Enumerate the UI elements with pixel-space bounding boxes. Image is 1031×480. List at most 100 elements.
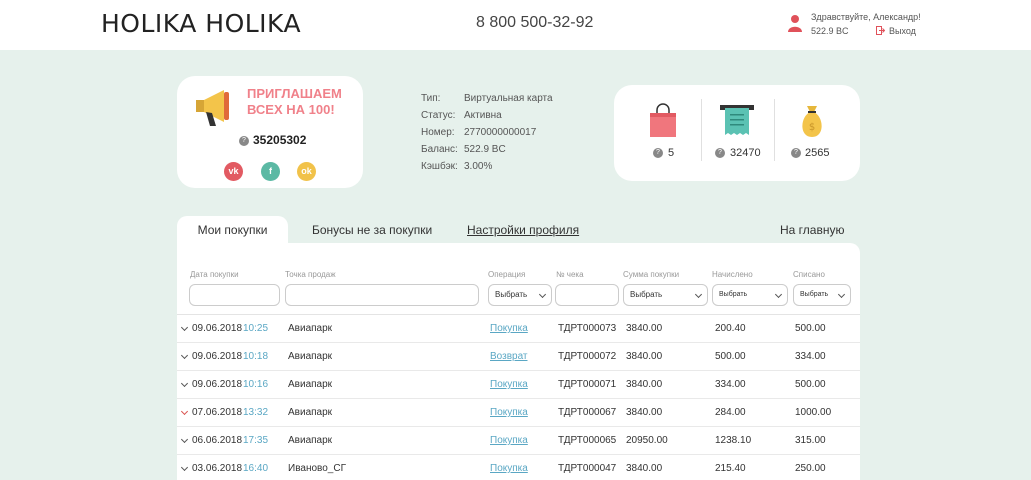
promo-line-2: ВСЕХ НА 100! — [247, 102, 335, 117]
card-info-label: Баланс: — [421, 144, 458, 155]
help-icon[interactable]: ? — [239, 136, 249, 146]
cell-time: 10:25 — [243, 323, 269, 334]
cell-accrued: 500.00 — [715, 351, 746, 362]
chevron-down-icon — [694, 290, 703, 299]
spent-select[interactable]: Выбрать — [793, 284, 851, 306]
cell-spent: 500.00 — [795, 379, 826, 390]
cell-time: 10:18 — [243, 351, 269, 362]
chevron-down-icon[interactable] — [180, 463, 189, 472]
cell-point: Авиапарк — [288, 407, 333, 418]
promo-line-1: ПРИГЛАШАЕМ — [247, 86, 342, 101]
cell-time: 16:40 — [243, 463, 269, 474]
cell-sum: 3840.00 — [626, 379, 663, 390]
point-filter-input[interactable] — [285, 284, 479, 306]
cell-op[interactable]: Покупка — [490, 463, 528, 474]
select-value: Выбрать — [719, 291, 748, 298]
logo[interactable]: HOLIKA HOLIKA — [101, 9, 301, 38]
cell-receipt: ТДРТ000071 — [558, 379, 617, 390]
cell-time: 17:35 — [243, 435, 269, 446]
cell-date: 07.06.2018 — [192, 407, 243, 418]
help-icon[interactable]: ? — [791, 148, 801, 158]
chevron-down-icon[interactable] — [180, 351, 189, 360]
cell-accrued: 1238.10 — [715, 435, 752, 446]
filter-label: Сумма покупки — [623, 270, 680, 279]
logout-link[interactable]: Выход — [889, 26, 916, 36]
greeting: Здравствуйте, Александр! — [811, 12, 921, 22]
user-icon — [788, 15, 802, 32]
card-info-label: Номер: — [421, 127, 455, 138]
cell-time: 13:32 — [243, 407, 269, 418]
cell-op[interactable]: Покупка — [490, 407, 528, 418]
money-bag-icon: $ — [802, 106, 822, 137]
filter-label: Точка продаж — [285, 270, 336, 279]
table-row[interactable]: 09.06.2018 10:25 Авиапарк Покупка ТДРТ000073… — [177, 315, 860, 343]
stats-card: ? 5 ? 32470 $ ? 2565 — [614, 85, 860, 181]
card-info-value: Виртуальная карта — [464, 93, 553, 104]
shopping-bag-icon — [650, 103, 676, 137]
chevron-down-icon[interactable] — [180, 435, 189, 444]
cell-spent: 1000.00 — [795, 407, 832, 418]
sum-select[interactable]: Выбрать — [623, 284, 708, 306]
card-info-label: Статус: — [421, 110, 456, 121]
card-info-value: 522.9 BC — [464, 144, 506, 155]
cell-receipt: ТДРТ000072 — [558, 351, 617, 362]
receipt-icon — [720, 105, 754, 135]
filter-label: № чека — [556, 270, 584, 279]
tab-bonuses-other[interactable]: Бонусы не за покупки — [312, 216, 432, 244]
cell-sum: 20950.00 — [626, 435, 668, 446]
operation-select[interactable]: Выбрать — [488, 284, 552, 306]
home-link[interactable]: На главную — [780, 216, 844, 244]
cell-spent: 500.00 — [795, 323, 826, 334]
tab-my-purchases[interactable]: Мои покупки — [177, 216, 288, 244]
chevron-down-icon — [837, 290, 846, 299]
cell-spent: 334.00 — [795, 351, 826, 362]
cell-op[interactable]: Покупка — [490, 323, 528, 334]
cell-receipt: ТДРТ000067 — [558, 407, 617, 418]
accrued-select[interactable]: Выбрать — [712, 284, 788, 306]
promo-title: ПРИГЛАШАЕМ ВСЕХ НА 100! — [247, 86, 342, 118]
odnoklassniki-icon[interactable]: ok — [297, 162, 316, 181]
stat-receipts-value: 32470 — [730, 147, 761, 159]
table-row[interactable]: 07.06.2018 13:32 Авиапарк Покупка ТДРТ000067… — [177, 399, 860, 427]
cell-point: Иваново_СГ — [288, 463, 346, 474]
cell-sum: 3840.00 — [626, 407, 663, 418]
stat-purchases: ? 5 — [614, 85, 694, 181]
header: HOLIKA HOLIKA 8 800 500-32-92 Здравствуй… — [0, 0, 1031, 50]
tab-profile-settings[interactable]: Настройки профиля — [467, 216, 579, 244]
facebook-icon[interactable]: f — [261, 162, 280, 181]
cell-accrued: 200.40 — [715, 323, 746, 334]
phone-number: 8 800 500-32-92 — [476, 14, 594, 31]
table-row[interactable]: 09.06.2018 10:16 Авиапарк Покупка ТДРТ000071… — [177, 371, 860, 399]
cell-op[interactable]: Покупка — [490, 435, 528, 446]
help-icon[interactable]: ? — [715, 148, 725, 158]
cell-receipt: ТДРТ000073 — [558, 323, 617, 334]
filter-label: Операция — [488, 270, 526, 279]
cell-point: Авиапарк — [288, 379, 333, 390]
cell-point: Авиапарк — [288, 323, 333, 334]
table-row[interactable]: 06.06.2018 17:35 Авиапарк Покупка ТДРТ000065… — [177, 427, 860, 455]
stat-purchases-value: 5 — [668, 147, 675, 159]
cell-spent: 315.00 — [795, 435, 826, 446]
cell-date: 09.06.2018 — [192, 351, 243, 362]
stat-bonuses: $ ? 2565 — [775, 85, 855, 181]
vk-icon[interactable]: vk — [224, 162, 243, 181]
chevron-down-icon[interactable] — [180, 379, 189, 388]
table-row[interactable]: 09.06.2018 10:18 Авиапарк Возврат ТДРТ000072… — [177, 343, 860, 371]
help-icon[interactable]: ? — [653, 148, 663, 158]
chevron-down-icon[interactable] — [180, 323, 189, 332]
cell-receipt: ТДРТ000047 — [558, 463, 617, 474]
receipt-filter-input[interactable] — [555, 284, 619, 306]
filter-label: Начислено — [712, 270, 753, 279]
megaphone-icon — [196, 90, 229, 126]
chevron-down-icon[interactable] — [180, 407, 189, 416]
cell-sum: 3840.00 — [626, 351, 663, 362]
logout-icon[interactable] — [876, 26, 885, 35]
cell-time: 10:16 — [243, 379, 269, 390]
cell-spent: 250.00 — [795, 463, 826, 474]
table-row[interactable]: 03.06.2018 16:40 Иваново_СГ Покупка ТДРТ0000… — [177, 455, 860, 480]
date-filter-input[interactable] — [189, 284, 280, 306]
card-info-value: 3.00% — [464, 161, 493, 172]
cell-accrued: 334.00 — [715, 379, 746, 390]
cell-op[interactable]: Покупка — [490, 379, 528, 390]
cell-op[interactable]: Возврат — [490, 351, 528, 362]
